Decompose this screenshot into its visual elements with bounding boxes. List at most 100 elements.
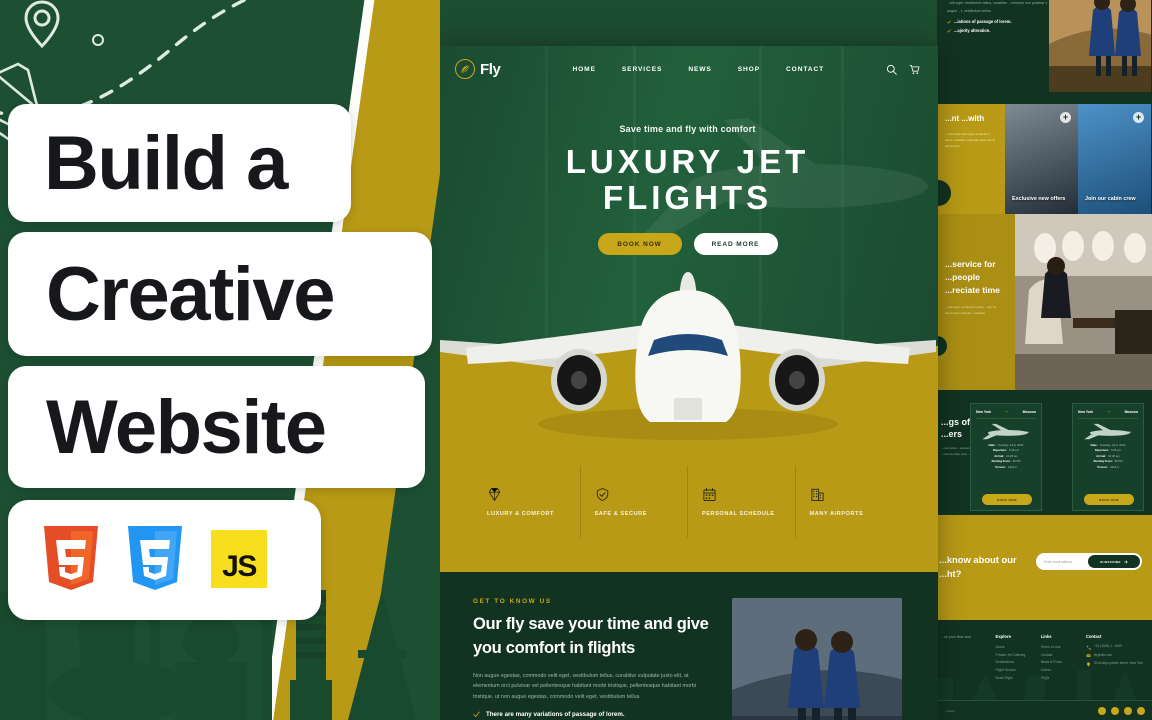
hero-kicker: Save time and fly with comfort: [619, 124, 756, 134]
leaf-wing-icon: [455, 59, 475, 79]
footer-social-links: [1098, 706, 1145, 715]
strip-flights-block: ...gs of ...ers ...commodo ...elementum …: [937, 390, 1152, 515]
promo-line-3-text: Website: [46, 384, 327, 470]
flight-card-2-book-button[interactable]: BOOK NOW: [1084, 494, 1134, 505]
strip-about-photo: [1047, 0, 1152, 94]
flight-card-1-to: Moscow: [1022, 409, 1036, 414]
strip-about-check-label-2: ...ajority alteration.: [954, 28, 991, 34]
flight-card-2-from: New York: [1078, 409, 1094, 414]
feature-label-luxury: LUXURY & COMFORT: [487, 511, 554, 517]
screenshot-stage: Build a Creative Website JS Save time an…: [0, 0, 1152, 720]
mail-icon: [1086, 654, 1091, 657]
instagram-icon[interactable]: [1137, 706, 1145, 715]
calendar-icon: [703, 488, 716, 501]
html5-logo: [40, 524, 102, 596]
footer-link-about[interactable]: About: [996, 644, 1041, 652]
newsletter-email-input[interactable]: Enter email address: [1044, 560, 1088, 564]
footer-landmark-silhouettes: [937, 670, 1137, 700]
feature-card-luxury[interactable]: LUXURY & COMFORT: [473, 466, 581, 538]
offer-card-cabin-crew-caption: Join our cabin crew: [1085, 196, 1136, 203]
tech-badges-row: JS: [8, 500, 321, 620]
strip-offers-title: ...nt ...with: [945, 114, 985, 123]
footer-contact-email[interactable]: fly@site.com: [1086, 653, 1146, 659]
svg-text:JS: JS: [222, 550, 256, 583]
nav-item-home[interactable]: HOME: [572, 66, 595, 73]
diamond-icon: [488, 488, 501, 501]
feature-label-airports: MANY AIRPORTS: [809, 511, 864, 517]
footer-copyright: ...rocket: [944, 708, 955, 713]
about-title: Our fly save your time and give you comf…: [473, 615, 709, 657]
flight-card-2[interactable]: New York + Moscow Date: Tuesday, Jul 6, …: [1072, 403, 1144, 511]
check-icon: [947, 19, 951, 24]
offer-card-cabin-crew[interactable]: + Join our cabin crew: [1078, 104, 1151, 214]
plus-icon[interactable]: +: [1060, 112, 1071, 123]
cart-icon[interactable]: [909, 64, 920, 75]
about-section: GET TO KNOW US Our fly save your time an…: [437, 572, 938, 720]
flight-card-1-book-button[interactable]: BOOK NOW: [982, 494, 1032, 505]
footer-link-private-jet-catering[interactable]: Private Jet Catering: [996, 652, 1041, 660]
facebook-icon[interactable]: [1098, 706, 1106, 715]
nav-item-contact[interactable]: CONTACT: [786, 66, 824, 73]
feature-card-airports[interactable]: MANY AIRPORTS: [796, 466, 903, 538]
plus-icon: +: [1107, 409, 1111, 414]
newsletter-subscribe-button[interactable]: SUBSCRIBE: [1088, 555, 1140, 568]
strip-offers-block: ...nt ...with ...commodo velit eget, ves…: [937, 104, 1152, 214]
footer-blurb: ...ve your time and: [941, 635, 971, 639]
strip-service-body: ...velit eget, vestibulum tellus, ...eli…: [945, 304, 996, 315]
footer-link-terms-of-use[interactable]: Terms of Use: [1041, 644, 1086, 652]
promo-line-2-text: Creative: [46, 251, 335, 337]
strip-service-cabin-photo: [1015, 214, 1152, 390]
footer-link-contact[interactable]: Contact: [1041, 652, 1086, 660]
hero-title-line-1: LUXURY JET: [565, 143, 810, 180]
nav-item-news[interactable]: NEWS: [688, 66, 711, 73]
arrow-right-icon: [1124, 560, 1128, 563]
about-text-block: GET TO KNOW US Our fly save your time an…: [473, 598, 716, 720]
promo-line-1: Build a: [8, 104, 351, 222]
feature-label-schedule: PERSONAL SCHEDULE: [702, 511, 775, 517]
feature-card-safe[interactable]: SAFE & SECURE: [581, 466, 688, 538]
promo-panel: Build a Creative Website JS: [0, 0, 440, 720]
site-navbar: Fly HOME SERVICES NEWS SHOP CONTACT: [437, 46, 938, 92]
phone-icon: [1086, 645, 1091, 650]
flight-card-1-row-person: Person: Adult 3: [976, 465, 1036, 470]
footer-heading-links: Links: [1040, 634, 1052, 639]
promo-line-1-text: Build a: [44, 120, 288, 206]
nav-item-services[interactable]: SERVICES: [622, 66, 662, 73]
about-check-item-1: There are many variations of passage of …: [473, 711, 716, 718]
newsletter-subscribe-label: SUBSCRIBE: [1100, 559, 1121, 564]
promo-line-2: Creative: [8, 232, 432, 356]
flight-card-1-route: New York + Moscow: [976, 409, 1036, 419]
hero-title: LUXURY JET FLIGHTS: [437, 144, 938, 215]
pinterest-icon[interactable]: [1111, 706, 1119, 715]
footer-contact-phone[interactable]: +91 (1549) 1 - 6199: [1086, 644, 1146, 650]
strip-about-check-label-1: ...iations of passage of lorem.: [954, 19, 1012, 25]
plus-icon[interactable]: +: [1133, 112, 1144, 123]
buildings-icon: [810, 488, 824, 501]
newsletter-title: ...know about our ...ht?: [939, 554, 1017, 579]
offer-card-exclusive-caption: Exclusive new offers: [1012, 196, 1066, 203]
nav-item-shop[interactable]: SHOP: [738, 66, 760, 73]
brand-logo[interactable]: Fly: [455, 59, 501, 79]
flight-card-2-to: Moscow: [1124, 409, 1138, 414]
flight-card-1[interactable]: New York + Moscow Date: Tuesday, Jul 6, …: [970, 403, 1042, 511]
offer-card-exclusive[interactable]: + Exclusive new offers: [1005, 104, 1078, 214]
promo-line-3: Website: [8, 366, 425, 488]
hero-title-line-2: FLIGHTS: [602, 178, 773, 216]
feature-card-schedule[interactable]: PERSONAL SCHEDULE: [688, 466, 796, 538]
twitter-icon[interactable]: [1124, 706, 1132, 715]
footer-heading-contact: Contact: [1085, 634, 1102, 639]
strip-offers-circle-accent: [937, 180, 951, 206]
strip-service-circle-accent: [937, 336, 947, 356]
about-kicker: GET TO KNOW US: [473, 598, 552, 605]
strip-flights-title: ...gs of ...ers: [941, 417, 970, 440]
search-icon[interactable]: [886, 64, 897, 75]
flight-card-1-label-person: Person:: [995, 464, 1006, 469]
flight-card-2-route: New York + Moscow: [1078, 409, 1138, 419]
about-crew-photo: [731, 598, 902, 720]
flight-card-2-label-person: Person:: [1097, 464, 1108, 469]
flight-card-1-value-person: Adult 3: [1007, 464, 1017, 469]
feature-cards: LUXURY & COMFORT SAFE & SECURE PERSONAL …: [437, 466, 938, 538]
website-mockup: Save time and fly with comfort LUXURY JE…: [437, 46, 938, 720]
strip-service-block: ...service for ...people ...reciate time…: [937, 214, 1152, 390]
check-icon: [473, 712, 480, 718]
